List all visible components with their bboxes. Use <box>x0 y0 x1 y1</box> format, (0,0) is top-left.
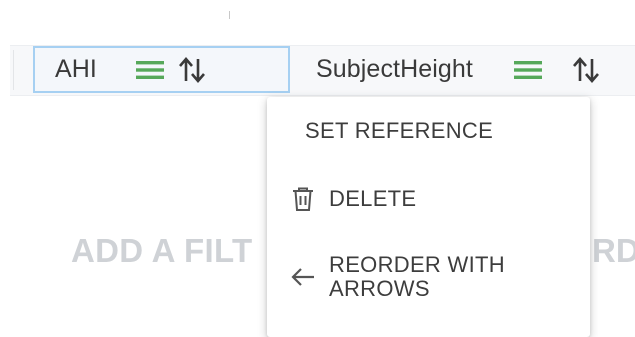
empty-state-hint: ADD A FILT <box>71 232 253 269</box>
menu-item-reorder-with-arrows[interactable]: REORDER WITH ARROWS <box>267 253 590 301</box>
column-context-menu: SET REFERENCE DELETE REORDER WITH ARROWS <box>267 97 590 337</box>
menu-item-delete[interactable]: DELETE <box>267 185 590 213</box>
sort-arrows-icon[interactable] <box>177 56 207 84</box>
menu-item-set-reference[interactable]: SET REFERENCE <box>267 119 590 143</box>
menu-item-label: DELETE <box>329 186 417 211</box>
menu-item-label: SET REFERENCE <box>305 118 494 143</box>
header-divider <box>13 50 14 90</box>
column-menu-icon[interactable] <box>135 59 165 81</box>
column-name: AHI <box>55 55 97 83</box>
column-menu-icon[interactable] <box>513 59 543 81</box>
column-header-subjectheight[interactable]: SubjectHeight <box>300 46 635 93</box>
trash-icon <box>289 185 317 213</box>
arrow-left-icon <box>289 263 317 291</box>
divider-tick <box>229 11 230 19</box>
empty-state-hint-tail: RD <box>592 232 635 269</box>
sort-arrows-icon[interactable] <box>571 56 601 84</box>
menu-item-label: REORDER WITH ARROWS <box>329 252 505 301</box>
column-name: SubjectHeight <box>316 55 473 83</box>
column-header-ahi[interactable]: AHI <box>33 46 290 93</box>
